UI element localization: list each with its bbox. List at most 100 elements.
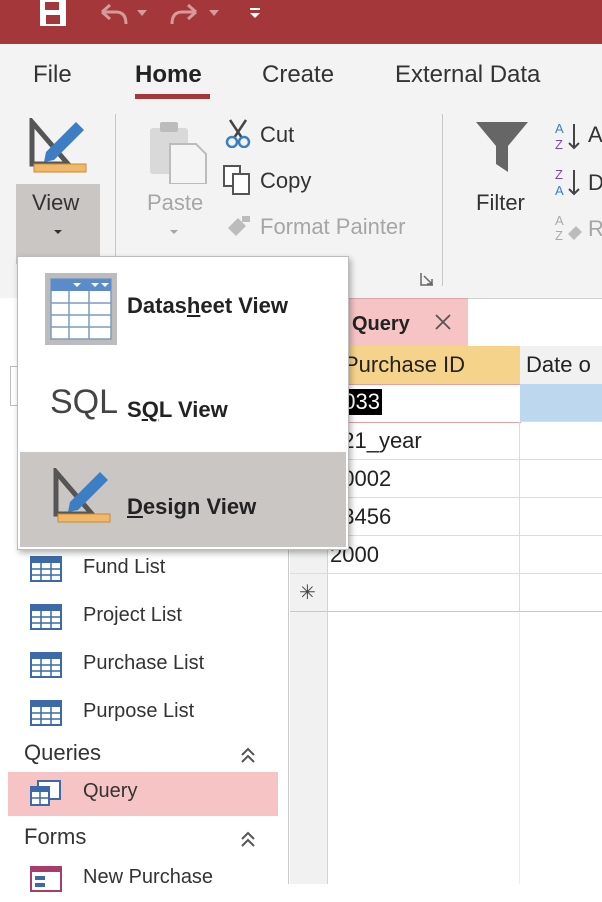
datasheet-view-icon bbox=[45, 273, 117, 345]
tab-file[interactable]: File bbox=[33, 61, 72, 89]
collapse-chevron-icon[interactable] bbox=[240, 830, 256, 848]
column-header-purchase-id[interactable]: Purchase ID bbox=[328, 346, 539, 385]
table-row-cell-purchase-id[interactable]: 3033 bbox=[328, 384, 521, 423]
tab-create[interactable]: Create bbox=[262, 61, 334, 89]
format-painter-icon bbox=[228, 216, 250, 236]
menu-item-label: Design View bbox=[127, 494, 256, 520]
label-part: S bbox=[127, 397, 142, 422]
table-row-cell-purchase-id[interactable]: 23456 bbox=[328, 498, 520, 536]
svg-text:A: A bbox=[555, 213, 564, 228]
query-icon bbox=[30, 780, 61, 806]
form-icon bbox=[30, 866, 62, 892]
svg-text:A: A bbox=[555, 183, 564, 198]
label-part: Datas bbox=[127, 293, 187, 318]
paste-icon[interactable] bbox=[148, 122, 208, 184]
nav-item-new-purchase[interactable]: New Purchase bbox=[0, 858, 280, 902]
new-record-icon: ✳ bbox=[299, 582, 316, 604]
menu-item-label: SQL View bbox=[127, 397, 228, 423]
label-part: L View bbox=[158, 397, 228, 422]
row-selector-gutter bbox=[290, 612, 328, 884]
redo-dropdown-icon[interactable] bbox=[208, 8, 220, 18]
nav-item-label: New Purchase bbox=[83, 866, 214, 888]
paste-label[interactable]: Paste bbox=[147, 190, 203, 216]
svg-text:Z: Z bbox=[555, 137, 563, 152]
active-tab-indicator bbox=[135, 94, 210, 99]
menu-item-sql-view[interactable]: SQL SQL View bbox=[20, 355, 346, 450]
clipboard-dialog-launcher-icon[interactable] bbox=[420, 272, 434, 286]
table-row-cell-date[interactable] bbox=[520, 536, 602, 574]
table-row-cell-purchase-id[interactable]: 10002 bbox=[328, 460, 520, 498]
sort-descending-icon: Z A bbox=[555, 167, 580, 198]
new-row-selector[interactable]: ✳ bbox=[290, 574, 328, 612]
sort-descending-button[interactable]: D bbox=[588, 170, 602, 196]
nav-item-purpose-list[interactable]: Purpose List bbox=[0, 692, 280, 736]
title-bar bbox=[0, 0, 602, 44]
table-row-cell-date[interactable] bbox=[520, 422, 602, 460]
document-tab-title: Query bbox=[352, 313, 410, 335]
table-icon bbox=[30, 604, 62, 630]
nav-item-label: Query bbox=[83, 780, 138, 802]
column-header-date[interactable]: Date o bbox=[520, 346, 602, 385]
save-icon[interactable] bbox=[38, 0, 68, 28]
table-row-cell-purchase-id[interactable]: 2000 bbox=[328, 536, 520, 574]
design-view-icon bbox=[29, 118, 87, 173]
new-row-cell[interactable] bbox=[520, 574, 602, 612]
nav-item-label: Project List bbox=[83, 604, 182, 626]
nav-item-purchase-list[interactable]: Purchase List bbox=[0, 644, 280, 688]
collapse-chevron-icon[interactable] bbox=[240, 746, 256, 764]
chevron-down-icon bbox=[54, 230, 62, 234]
label-part: eet View bbox=[200, 293, 289, 318]
paste-dropdown-icon[interactable] bbox=[168, 228, 180, 236]
copy-button[interactable]: Copy bbox=[260, 168, 311, 194]
cut-button[interactable]: Cut bbox=[260, 122, 294, 148]
tab-external-data[interactable]: External Data bbox=[395, 61, 540, 89]
sort-ascending-icon: A Z bbox=[555, 121, 580, 152]
nav-item-query[interactable]: Query bbox=[8, 772, 278, 816]
redo-icon[interactable] bbox=[166, 2, 202, 28]
table-icon bbox=[30, 556, 62, 582]
design-view-icon bbox=[53, 468, 111, 523]
label-part: esign View bbox=[142, 494, 257, 519]
nav-item-fund-list[interactable]: Fund List bbox=[0, 548, 280, 592]
filter-button[interactable]: Filter bbox=[476, 190, 525, 216]
undo-icon[interactable] bbox=[96, 2, 132, 28]
sql-icon: SQL bbox=[50, 383, 119, 421]
new-row-cell[interactable] bbox=[328, 574, 520, 612]
menu-item-design-view[interactable]: Design View bbox=[20, 452, 346, 547]
table-row-cell-date[interactable] bbox=[520, 384, 602, 422]
tab-home[interactable]: Home bbox=[135, 61, 202, 89]
cut-icon bbox=[225, 119, 251, 148]
menu-item-datasheet-view[interactable]: Datasheet View bbox=[20, 259, 346, 354]
nav-item-label: Fund List bbox=[83, 556, 166, 578]
nav-item-project-list[interactable]: Project List bbox=[0, 596, 280, 640]
access-key: Q bbox=[141, 397, 159, 422]
table-icon bbox=[30, 700, 62, 726]
view-button-label: View bbox=[32, 190, 80, 215]
undo-dropdown-icon[interactable] bbox=[136, 8, 148, 18]
menu-item-label: Datasheet View bbox=[127, 293, 288, 319]
nav-group-forms[interactable]: Forms bbox=[24, 824, 86, 850]
column-header-label: Date o bbox=[526, 352, 591, 377]
filter-icon[interactable] bbox=[474, 120, 530, 178]
format-painter-button[interactable]: Format Painter bbox=[260, 214, 406, 240]
table-row-cell-purchase-id[interactable]: 021_year bbox=[328, 422, 520, 460]
view-button[interactable]: View bbox=[16, 184, 100, 264]
nav-group-queries[interactable]: Queries bbox=[24, 740, 101, 766]
access-key: D bbox=[127, 494, 143, 519]
remove-sort-icon: A Z bbox=[555, 213, 582, 242]
ribbon-separator bbox=[442, 114, 443, 286]
nav-item-label: Purchase List bbox=[83, 652, 205, 674]
close-icon[interactable] bbox=[434, 313, 452, 331]
nav-item-label: Purpose List bbox=[83, 700, 195, 722]
svg-text:Z: Z bbox=[555, 167, 563, 182]
document-tab-query[interactable]: Query bbox=[346, 298, 468, 347]
column-header-label: Purchase ID bbox=[344, 352, 466, 377]
sort-ascending-button[interactable]: A bbox=[588, 122, 602, 148]
customize-qat-icon[interactable] bbox=[248, 6, 262, 20]
svg-text:A: A bbox=[555, 121, 564, 136]
table-row-cell-date[interactable] bbox=[520, 460, 602, 498]
svg-text:Z: Z bbox=[555, 228, 563, 242]
table-row-cell-date[interactable] bbox=[520, 498, 602, 536]
remove-sort-button[interactable]: R bbox=[588, 216, 602, 242]
table-icon bbox=[30, 652, 62, 678]
